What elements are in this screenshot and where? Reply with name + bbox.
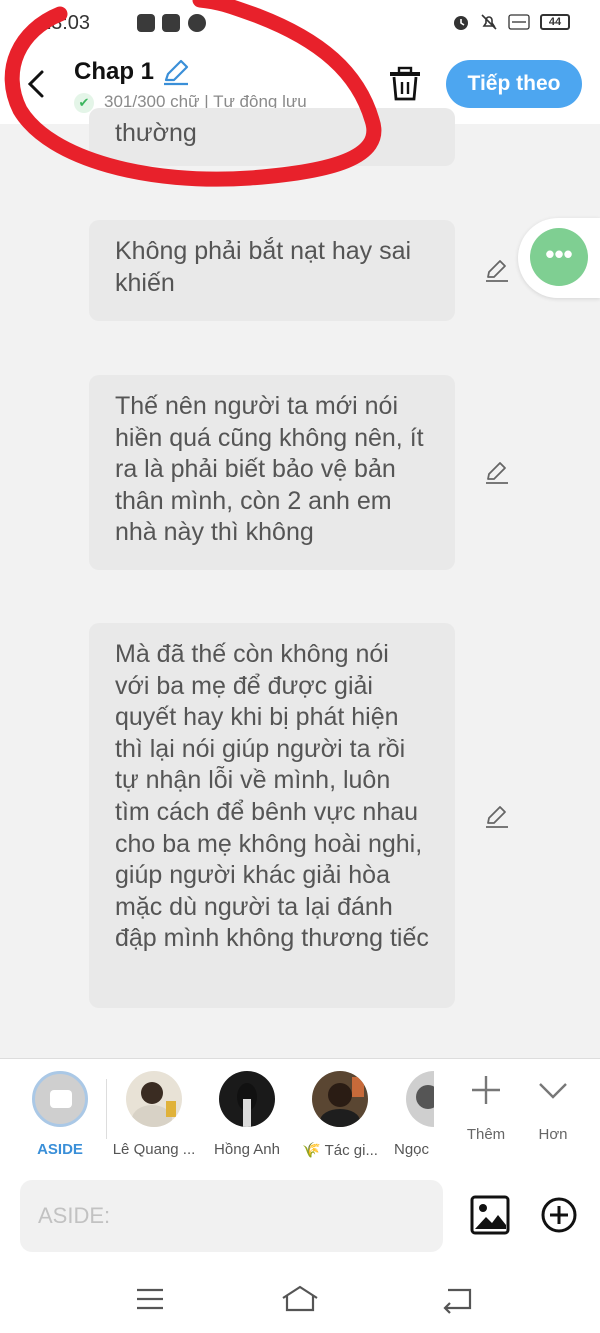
compose-area (0, 1166, 600, 1266)
edit-icon[interactable] (484, 459, 510, 485)
avatar (126, 1071, 182, 1127)
status-right-group: 44 (452, 13, 570, 31)
character-name: Ngọc (394, 1141, 430, 1158)
fab-container: ••• (518, 218, 600, 298)
character-aside[interactable]: ASIDE (15, 1071, 105, 1158)
character-selector: ASIDE Lê Quang ... Hồng Anh 🌾 Tác gi... … (0, 1058, 600, 1166)
system-nav-bar (0, 1266, 600, 1333)
character-item[interactable]: 🌾 Tác gi... (295, 1071, 385, 1159)
more-options-button[interactable]: ••• (530, 228, 588, 286)
character-name: Lê Quang ... (112, 1141, 196, 1158)
mute-icon (481, 14, 497, 30)
facebook-icon (162, 14, 180, 32)
back-nav-icon[interactable] (440, 1284, 476, 1314)
chevron-down-icon (539, 1083, 567, 1099)
add-label: Thêm (466, 1126, 506, 1143)
chapter-title: Chap 1 (74, 58, 155, 85)
next-button[interactable]: Tiếp theo (446, 60, 582, 108)
aside-input[interactable] (20, 1180, 443, 1252)
status-time: 13:03 (40, 12, 91, 34)
more-label: Hơn (538, 1126, 568, 1143)
divider (106, 1079, 107, 1139)
edit-icon[interactable] (484, 803, 510, 829)
facebook-icon (137, 14, 155, 32)
add-character-button[interactable]: Thêm (456, 1073, 516, 1143)
avatar (406, 1071, 434, 1127)
menu-icon[interactable] (132, 1284, 168, 1314)
aside-avatar (32, 1071, 88, 1127)
back-icon[interactable] (22, 64, 52, 104)
alarm-icon (454, 16, 468, 30)
message-bubble[interactable]: thường (89, 108, 455, 166)
character-item[interactable]: Lê Quang ... (109, 1071, 199, 1158)
avatar (312, 1071, 368, 1127)
check-icon: ✔ (74, 92, 94, 113)
home-icon[interactable] (280, 1284, 320, 1314)
character-item[interactable]: Hồng Anh (202, 1071, 292, 1158)
messenger-icon (188, 14, 206, 32)
edit-icon[interactable] (484, 257, 510, 283)
character-item[interactable]: Ngọc (382, 1071, 434, 1158)
message-bubble[interactable]: Mà đã thế còn không nói với ba mẹ để đượ… (89, 623, 455, 1008)
message-bubble[interactable]: Không phải bắt nạt hay sai khiến (89, 220, 455, 321)
expand-button[interactable]: Hơn (523, 1073, 583, 1143)
add-circle-icon[interactable] (540, 1196, 578, 1234)
volte-icon (508, 14, 530, 30)
character-name: 🌾 Tác gi... (302, 1142, 378, 1159)
character-name: ASIDE (37, 1141, 83, 1158)
trash-icon[interactable] (386, 64, 424, 104)
image-icon[interactable] (470, 1195, 510, 1235)
message-bubble[interactable]: Thế nên người ta mới nói hiền quá cũng k… (89, 375, 455, 570)
status-bar: 13:03 44 (0, 0, 600, 46)
battery-indicator: 44 (540, 14, 570, 30)
character-name: Hồng Anh (214, 1141, 280, 1158)
edit-title-icon[interactable] (160, 56, 192, 88)
plus-icon (472, 1076, 500, 1104)
avatar (219, 1071, 275, 1127)
